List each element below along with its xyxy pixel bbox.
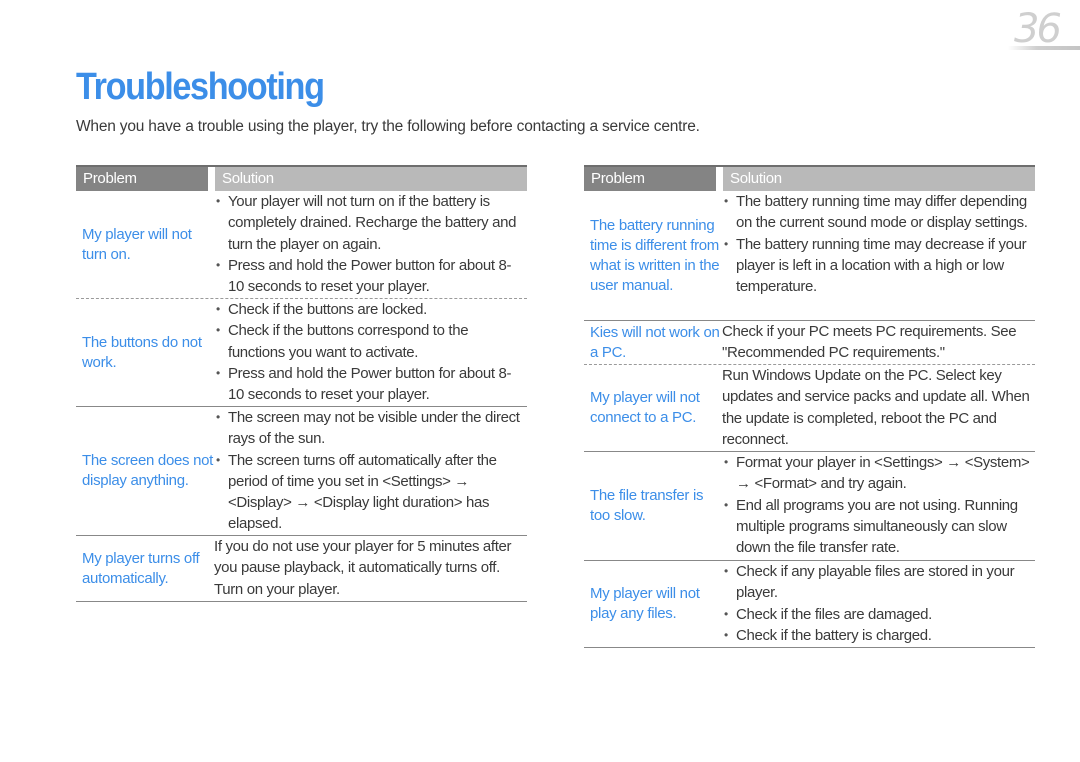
solution-cell: Run Windows Update on the PC. Select key… [722,365,1035,451]
problem-cell: The screen does not display anything. [82,452,214,489]
problem-cell: My player will not connect to a PC. [590,389,700,426]
header-gap [208,167,215,191]
problem-cell: The buttons do not work. [82,333,202,371]
table-row: My player turns off automatically. If yo… [76,536,527,602]
problem-cell: My player turns off automatically. [82,549,200,587]
solution-bullet: The screen may not be visible under the … [214,407,527,450]
table-header: Problem Solution [76,167,527,191]
solution-cell: Check if the buttons are locked. Check i… [214,299,527,406]
table-row: The file transfer is too slow. Format yo… [584,452,1035,561]
solution-bullet: The battery running time may differ depe… [722,191,1035,234]
solution-bullet: The screen turns off automatically after… [214,450,527,535]
problem-cell: My player will not turn on. [82,225,192,263]
table-header: Problem Solution [584,167,1035,191]
solution-bullet: The battery running time may decrease if… [722,234,1035,298]
table-row: The buttons do not work. Check if the bu… [76,299,527,407]
solution-cell: If you do not use your player for 5 minu… [214,536,527,601]
page-title: Troubleshooting [76,66,325,108]
solution-text: Check if your PC meets PC requirements. … [722,323,1017,362]
table-row: Kies will not work on a PC. Check if you… [584,321,1035,365]
solution-cell: The battery running time may differ depe… [722,191,1035,320]
solution-bullet: Press and hold the Power button for abou… [214,255,527,298]
solution-bullet: Check if any playable files are stored i… [722,561,1035,604]
header-solution: Solution [723,167,1035,191]
solution-bullet: Press and hold the Power button for abou… [214,363,527,406]
solution-bullet: Your player will not turn on if the batt… [214,191,527,255]
solution-text: Run Windows Update on the PC. Select key… [722,367,1030,448]
solution-cell: Format your player in <Settings> → <Syst… [722,452,1035,560]
table-row: The screen does not display anything. Th… [76,407,527,536]
table-row: My player will not play any files. Check… [584,561,1035,648]
header-solution: Solution [215,167,527,191]
solution-bullet: End all programs you are not using. Runn… [722,495,1035,559]
page-number-divider [1008,46,1080,50]
solution-cell: The screen may not be visible under the … [214,407,527,535]
solution-bullet: Format your player in <Settings> → <Syst… [722,452,1035,495]
problem-cell: Kies will not work on a PC. [590,323,720,361]
troubleshooting-table-left: Problem Solution My player will not turn… [76,165,527,602]
problem-cell: My player will not play any files. [590,585,700,622]
table-row: The battery running time is different fr… [584,191,1035,321]
solution-cell: Check if any playable files are stored i… [722,561,1035,647]
header-problem: Problem [76,167,208,191]
table-row: My player will not turn on. Your player … [76,191,527,299]
solution-cell: Your player will not turn on if the batt… [214,191,527,298]
solution-bullet: Check if the buttons are locked. [214,299,527,321]
problem-cell: The file transfer is too slow. [590,487,704,524]
troubleshooting-table-right: Problem Solution The battery running tim… [584,165,1035,648]
solution-bullet: Check if the battery is charged. [722,625,1035,647]
intro-text: When you have a trouble using the player… [76,118,700,135]
solution-bullet: Check if the buttons correspond to the f… [214,320,527,363]
header-problem: Problem [584,167,716,191]
header-gap [716,167,723,191]
solution-cell: Check if your PC meets PC requirements. … [722,321,1035,364]
solution-bullet: Check if the files are damaged. [722,604,1035,626]
solution-text: If you do not use your player for 5 minu… [214,538,512,598]
table-row: My player will not connect to a PC. Run … [584,365,1035,452]
problem-cell: The battery running time is different fr… [590,216,720,294]
